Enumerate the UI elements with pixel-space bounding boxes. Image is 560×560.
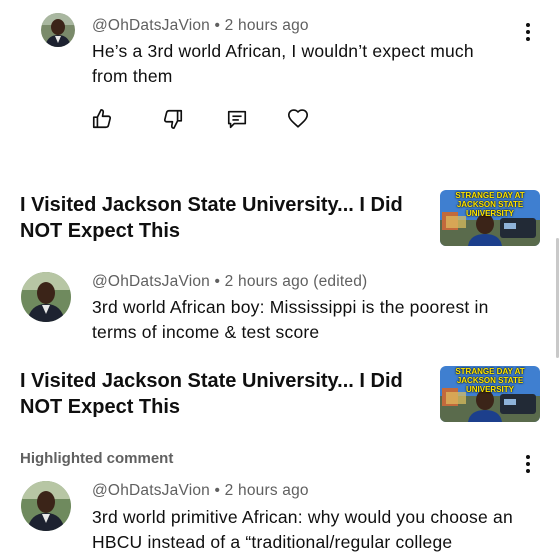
avatar[interactable] xyxy=(21,481,71,531)
thumbnail-text: STRANGE DAY AT JACKSON STATE UNIVERSITY xyxy=(455,367,525,394)
video-thumbnail[interactable]: STRANGE DAY AT JACKSON STATE UNIVERSITY xyxy=(440,366,540,422)
video-thumbnail[interactable]: STRANGE DAY AT JACKSON STATE UNIVERSITY xyxy=(440,190,540,246)
more-vert-icon[interactable] xyxy=(519,21,537,43)
reply-button[interactable] xyxy=(224,106,250,132)
highlighted-comment-label: Highlighted comment xyxy=(20,450,174,467)
avatar[interactable] xyxy=(21,272,71,322)
avatar[interactable] xyxy=(41,13,75,47)
comment-icon xyxy=(227,110,247,129)
like-button[interactable] xyxy=(89,106,115,132)
comment-meta: @OhDatsJaVion • 2 hours ago xyxy=(92,482,309,500)
comment-author[interactable]: @OhDatsJaVion xyxy=(92,17,210,34)
video-title[interactable]: I Visited Jackson State University... I … xyxy=(20,368,430,420)
comment-text: 3rd world African boy: Mississippi is th… xyxy=(92,297,489,342)
comment-meta: @OhDatsJaVion • 2 hours ago (edited) xyxy=(92,273,367,291)
comment-author[interactable]: @OhDatsJaVion xyxy=(92,273,210,290)
scrollbar[interactable] xyxy=(556,238,559,358)
comment-time[interactable]: 2 hours ago xyxy=(225,17,309,34)
video-title[interactable]: I Visited Jackson State University... I … xyxy=(20,192,430,244)
comment-author[interactable]: @OhDatsJaVion xyxy=(92,482,210,499)
heart-button[interactable] xyxy=(285,106,311,132)
separator-dot: • xyxy=(214,482,221,499)
separator-dot: • xyxy=(214,17,221,34)
thumbnail-text: STRANGE DAY AT JACKSON STATE UNIVERSITY xyxy=(455,191,525,218)
more-vert-icon[interactable] xyxy=(519,453,537,475)
comment-time[interactable]: 2 hours ago xyxy=(225,482,309,499)
comment-text: 3rd world primitive African: why would y… xyxy=(92,507,513,552)
comment-text: He’s a 3rd world African, I wouldn’t exp… xyxy=(92,41,474,86)
heart-icon xyxy=(288,109,308,128)
thumbs-down-icon xyxy=(163,109,183,129)
comment-meta: @OhDatsJaVion • 2 hours ago xyxy=(92,17,309,35)
dislike-button[interactable] xyxy=(160,106,186,132)
separator-dot: • xyxy=(214,273,221,290)
thumbs-up-icon xyxy=(92,109,112,129)
comment-time[interactable]: 2 hours ago (edited) xyxy=(225,273,368,290)
